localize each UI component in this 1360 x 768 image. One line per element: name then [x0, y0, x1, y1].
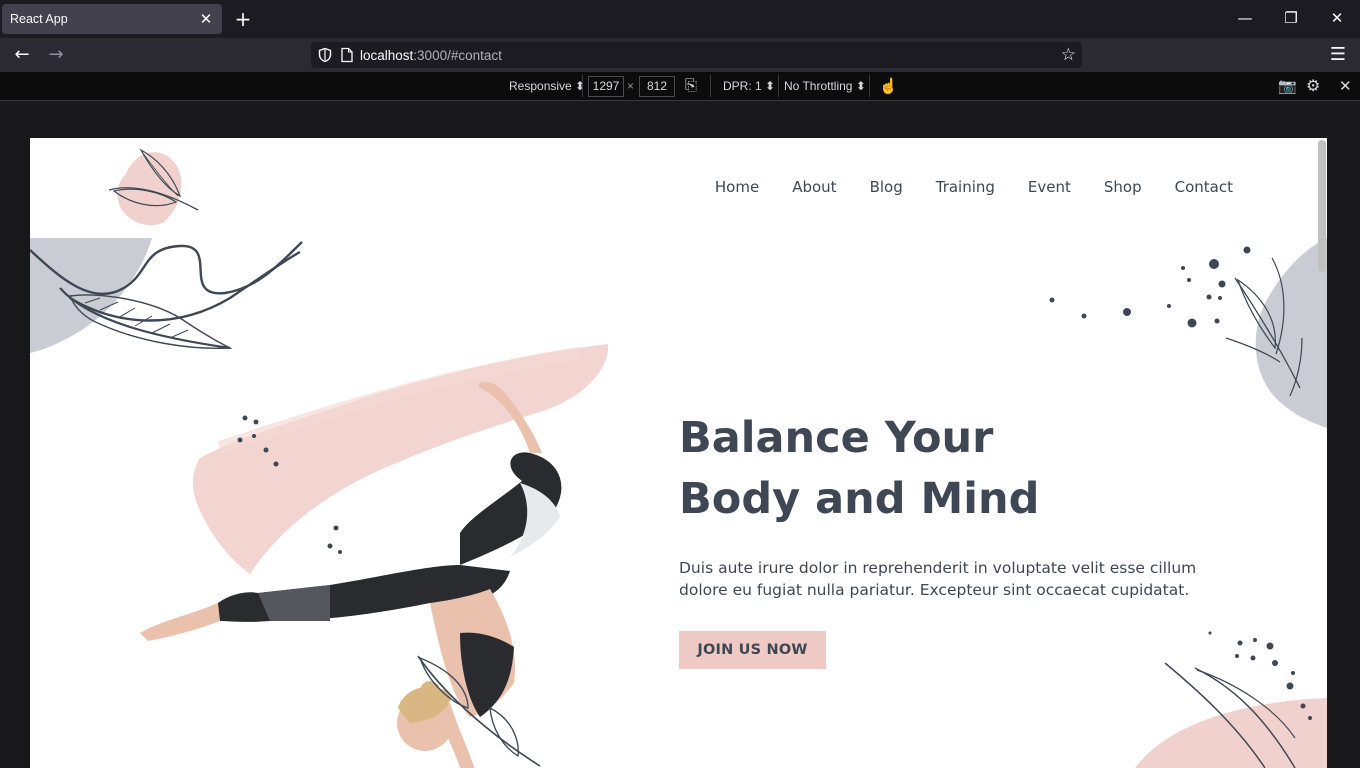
- minimize-icon[interactable]: —: [1235, 9, 1255, 29]
- divider: [710, 75, 711, 97]
- url-host: localhost: [360, 47, 414, 63]
- dots-decoration: [237, 415, 342, 554]
- hero-title-line2: Body and Mind: [679, 474, 1040, 524]
- address-bar[interactable]: localhost:3000/#contact ☆: [311, 42, 1082, 68]
- dpr-select[interactable]: DPR: 1 ⬍: [723, 79, 775, 93]
- responsive-design-toolbar: Responsive ⬍ 1297 × 812 ⎘ DPR: 1 ⬍ No Th…: [0, 72, 1360, 101]
- divider: [869, 75, 870, 97]
- dpr-select-label: DPR: 1: [723, 79, 762, 93]
- menu-blog[interactable]: Blog: [870, 178, 903, 196]
- viewport-width-input[interactable]: 1297: [588, 76, 624, 97]
- settings-gear-icon[interactable]: ⚙: [1306, 76, 1320, 96]
- page-scrollbar[interactable]: [1318, 140, 1326, 272]
- menu-event[interactable]: Event: [1028, 178, 1071, 196]
- top-right-decoration: [1049, 238, 1327, 428]
- device-select-label: Responsive: [509, 79, 572, 93]
- tab-strip: React App ✕ + — ❐ ✕: [0, 0, 1360, 38]
- hamburger-menu-icon[interactable]: ☰: [1326, 44, 1350, 66]
- url-path: :3000/#contact: [413, 47, 502, 63]
- website-page: Home About Blog Training Event Shop Cont…: [30, 138, 1327, 768]
- hero-description-line2: dolore eu fugiat nulla pariatur. Excepte…: [679, 581, 1190, 599]
- bottom-leaf-decoration: [417, 655, 541, 767]
- leaf-logo-icon[interactable]: [106, 144, 202, 230]
- hero-description-line1: Duis aute irure dolor in reprehenderit i…: [679, 559, 1197, 577]
- tab-close-icon[interactable]: ✕: [198, 10, 214, 28]
- hero-description: Duis aute irure dolor in reprehenderit i…: [679, 557, 1199, 601]
- viewport-height-input[interactable]: 812: [639, 76, 675, 97]
- back-icon[interactable]: ←: [10, 44, 34, 66]
- menu-about[interactable]: About: [792, 178, 836, 196]
- divider: [582, 75, 583, 97]
- hero-title: Balance Your Body and Mind: [679, 408, 1179, 530]
- window-close-icon[interactable]: ✕: [1327, 9, 1347, 29]
- close-rdm-icon[interactable]: ✕: [1339, 77, 1352, 95]
- new-tab-icon[interactable]: +: [232, 8, 254, 30]
- menu-training[interactable]: Training: [936, 178, 995, 196]
- shield-icon[interactable]: [317, 47, 333, 63]
- dimension-separator: ×: [627, 79, 635, 93]
- screenshot-icon[interactable]: 📷: [1278, 77, 1297, 95]
- page-icon[interactable]: [340, 47, 354, 63]
- menu-shop[interactable]: Shop: [1104, 178, 1142, 196]
- throttling-select[interactable]: No Throttling ⬍: [784, 79, 866, 93]
- tab-title: React App: [10, 12, 68, 26]
- bookmark-star-icon[interactable]: ☆: [1061, 45, 1076, 65]
- throttling-select-label: No Throttling: [784, 79, 853, 93]
- join-us-button[interactable]: JOIN US NOW: [679, 631, 826, 669]
- main-menu: Home About Blog Training Event Shop Cont…: [682, 178, 1233, 196]
- restore-icon[interactable]: ❐: [1281, 9, 1301, 29]
- url-text[interactable]: localhost:3000/#contact: [360, 48, 502, 63]
- hero-title-line1: Balance Your: [679, 413, 994, 463]
- menu-home[interactable]: Home: [715, 178, 759, 196]
- navigation-toolbar: ← → localhost:3000/#contact ☆ ☰: [0, 38, 1360, 72]
- divider: [778, 75, 779, 97]
- bottom-right-decoration: [1135, 631, 1327, 768]
- touch-simulation-icon[interactable]: ☝: [879, 77, 898, 95]
- browser-tab[interactable]: React App ✕: [2, 4, 222, 34]
- forward-icon[interactable]: →: [44, 44, 68, 66]
- rotate-viewport-icon[interactable]: ⎘: [685, 77, 697, 94]
- device-select[interactable]: Responsive ⬍: [509, 79, 585, 93]
- menu-contact[interactable]: Contact: [1175, 178, 1233, 196]
